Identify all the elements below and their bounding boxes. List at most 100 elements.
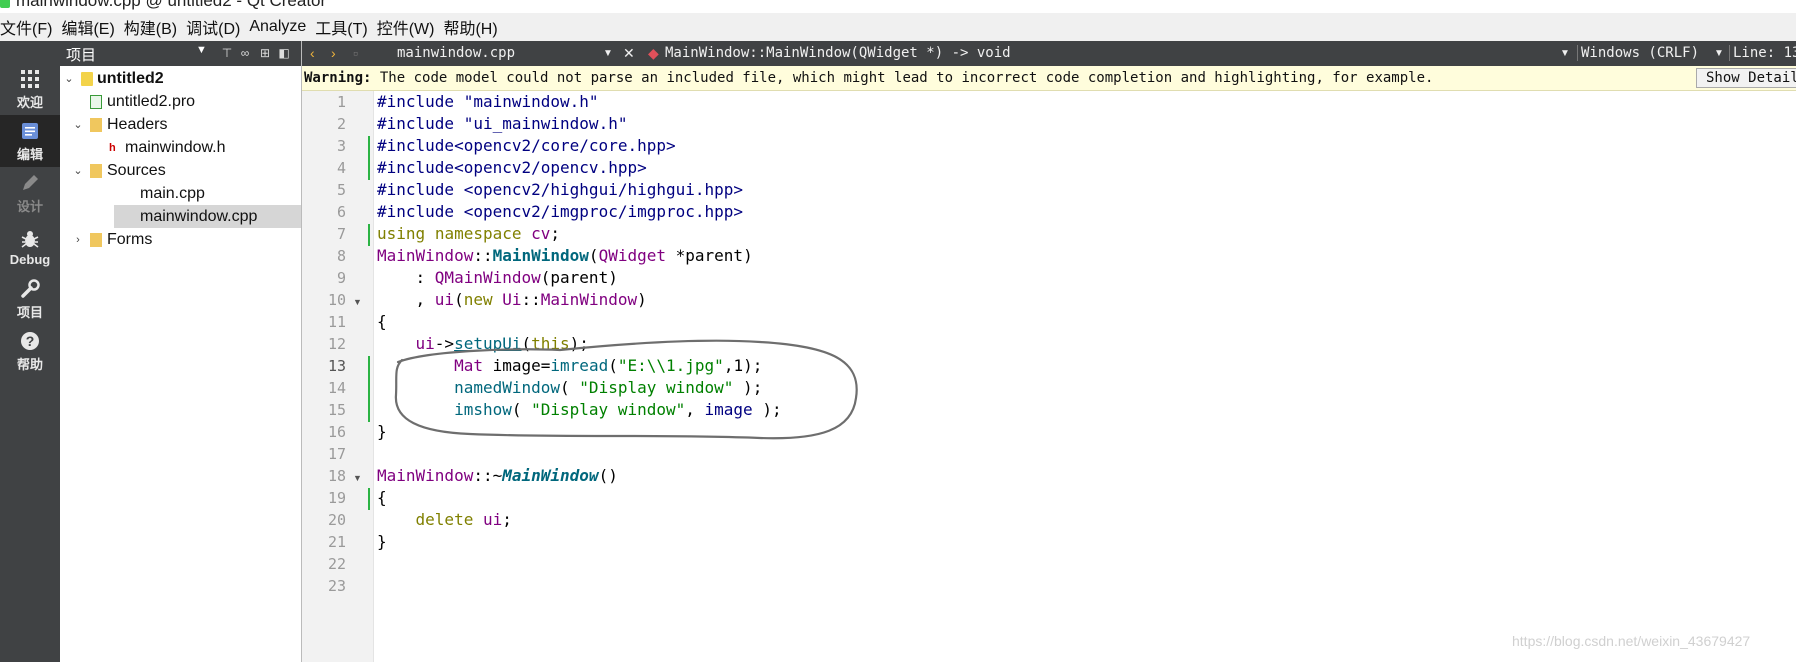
menu-edit[interactable]: 编辑(E) (61, 15, 123, 39)
split-icon[interactable]: ⊞ (257, 45, 273, 61)
edit-doc-icon (22, 122, 38, 139)
change-marker (368, 356, 370, 422)
code-line: { (377, 312, 387, 331)
project-view-selector[interactable]: 项目 (66, 44, 96, 65)
expand-arrow-icon[interactable]: ⌄ (72, 118, 84, 131)
code-line: delete ui; (415, 510, 512, 529)
link-icon[interactable]: ∞ (237, 45, 253, 61)
open-document-selector[interactable]: mainwindow.cpp (397, 45, 515, 61)
menu-controls[interactable]: 控件(W) (377, 15, 444, 39)
folder-icon (90, 117, 102, 132)
chevron-down-icon[interactable]: ▼ (1714, 48, 1724, 59)
code-line: , ui(new Ui::MainWindow) (377, 290, 647, 309)
line-number: 3 (336, 137, 346, 155)
line-number: 10 (327, 291, 346, 309)
tree-item-mainwindow-cpp[interactable]: mainwindow.cpp (114, 205, 301, 228)
wrench-icon (21, 278, 40, 298)
close-document-icon[interactable]: ✕ (623, 45, 635, 62)
bug-icon (21, 230, 39, 248)
folder-icon (90, 163, 102, 178)
project-pane: 项目 ▼ ⊤ ∞ ⊞ ◧ ⌄ untitled2 untitled2.pro ⌄… (60, 41, 302, 662)
line-number: 6 (336, 203, 346, 221)
svg-text:?: ? (26, 333, 35, 349)
code-line: #include<opencv2/opencv.hpp> (377, 158, 647, 177)
symbol-selector[interactable]: MainWindow::MainWindow(QWidget *) -> voi… (665, 45, 1011, 61)
fold-marker-icon[interactable]: ▼ (353, 473, 362, 483)
code-line: MainWindow::MainWindow(QWidget *parent) (377, 246, 753, 265)
pencil-icon (23, 174, 38, 190)
mode-label-debug: Debug (9, 251, 51, 267)
mode-debug[interactable]: Debug (0, 221, 60, 273)
menu-build[interactable]: 构建(B) (124, 15, 186, 39)
line-number: 1 (336, 93, 346, 111)
editor-toolbar: ‹ › ▫ mainwindow.cpp ▼ ✕ ◆ MainWindow::M… (302, 41, 1796, 66)
project-pane-toolbar: 项目 ▼ ⊤ ∞ ⊞ ◧ (60, 41, 301, 66)
collapse-arrow-icon[interactable]: › (72, 234, 84, 246)
line-number-current: 13 (327, 357, 346, 375)
line-number: 15 (327, 401, 346, 419)
expand-arrow-icon[interactable]: ⌄ (72, 164, 84, 177)
chevron-down-icon[interactable]: ▼ (196, 44, 207, 56)
chevron-down-icon[interactable]: ▼ (1560, 48, 1570, 59)
tree-item-project[interactable]: ⌄ untitled2 (60, 67, 301, 90)
tree-item-mainwindow-h[interactable]: h mainwindow.h (60, 136, 301, 159)
change-marker (368, 158, 370, 180)
tree-item-pro-file[interactable]: untitled2.pro (60, 90, 301, 113)
mode-label-projects: 项目 (16, 304, 43, 320)
code-line: #include "mainwindow.h" (377, 92, 599, 111)
menu-tools[interactable]: 工具(T) (315, 15, 376, 39)
grid-icon (21, 69, 39, 88)
line-number: 12 (327, 335, 346, 353)
menu-debug[interactable]: 调试(D) (186, 15, 249, 39)
warning-text: The code model could not parse an includ… (371, 70, 1434, 86)
change-marker (368, 136, 370, 158)
code-line: MainWindow::~MainWindow() (377, 466, 618, 485)
menu-help[interactable]: 帮助(H) (443, 15, 506, 39)
lock-icon: ▫ (353, 45, 358, 61)
line-number: 16 (327, 423, 346, 441)
code-line: ui->setupUi(this); (415, 334, 589, 353)
line-number: 7 (336, 225, 346, 243)
tree-item-sources[interactable]: ⌄ Sources (60, 159, 301, 182)
fold-marker-icon[interactable]: ▼ (353, 297, 362, 307)
close-pane-icon[interactable]: ◧ (276, 45, 292, 61)
qt-creator-icon (0, 0, 10, 8)
tree-item-headers[interactable]: ⌄ Headers (60, 113, 301, 136)
mode-design[interactable]: 设计 (0, 167, 60, 219)
warning-label: Warning: (304, 70, 372, 86)
project-icon (81, 71, 93, 86)
mode-label-help: 帮助 (16, 356, 43, 372)
code-line: #include <opencv2/imgproc/imgproc.hpp> (377, 202, 744, 221)
forward-arrow-icon[interactable]: › (331, 45, 336, 61)
code-line: using namespace cv; (377, 224, 561, 243)
change-marker (368, 224, 370, 246)
menu-analyze[interactable]: Analyze (249, 18, 315, 36)
code-line: } (377, 532, 387, 551)
mode-help[interactable]: ? 帮助 (0, 325, 60, 377)
mode-welcome[interactable]: 欢迎 (0, 63, 60, 115)
code-line-current: Mat image=imread("E:\\1.jpg",1); (454, 356, 763, 375)
line-number: 23 (327, 577, 346, 595)
show-details-button[interactable]: Show Details (1696, 68, 1796, 88)
cursor-position[interactable]: Line: 13 (1729, 45, 1796, 61)
tree-item-main-cpp[interactable]: main.cpp (60, 182, 301, 205)
tree-item-forms[interactable]: › Forms (60, 228, 301, 251)
change-marker (368, 488, 370, 510)
chevron-down-icon[interactable]: ▼ (603, 48, 613, 59)
warning-bar: Warning: The code model could not parse … (302, 66, 1796, 91)
menu-bar: 文件(F) 编辑(E) 构建(B) 调试(D) Analyze 工具(T) 控件… (0, 13, 1796, 41)
warning-message: Warning: The code model could not parse … (304, 70, 1433, 86)
line-number: 2 (336, 115, 346, 133)
line-number: 14 (327, 379, 346, 397)
code-line: } (377, 422, 387, 441)
mode-edit[interactable]: 编辑 (0, 115, 60, 167)
line-number: 17 (327, 445, 346, 463)
expand-arrow-icon[interactable]: ⌄ (63, 72, 75, 85)
mode-label-welcome: 欢迎 (16, 94, 43, 110)
mode-projects[interactable]: 项目 (0, 273, 60, 325)
line-ending-selector[interactable]: Windows (CRLF) (1577, 45, 1699, 61)
menu-file[interactable]: 文件(F) (0, 15, 61, 39)
line-number: 22 (327, 555, 346, 573)
back-arrow-icon[interactable]: ‹ (310, 45, 315, 61)
filter-icon[interactable]: ⊤ (219, 45, 235, 61)
